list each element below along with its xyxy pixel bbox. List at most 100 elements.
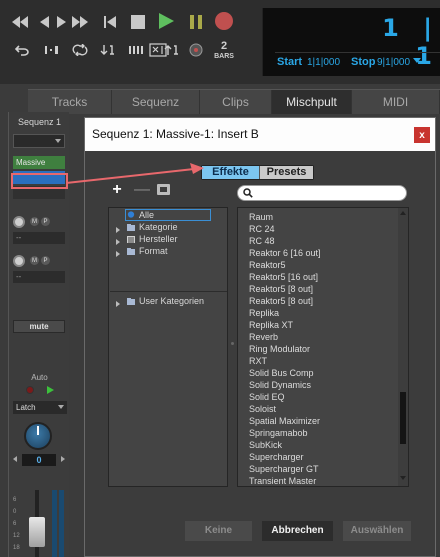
view-tabs: Tracks Sequenz Clips Mischpult MIDI bbox=[28, 89, 440, 114]
plugin-list-item[interactable]: Replika bbox=[249, 307, 279, 319]
cycle-icon[interactable] bbox=[70, 41, 90, 59]
plugin-list-item[interactable]: Spatial Maximizer bbox=[249, 415, 320, 427]
step-forward-icon[interactable] bbox=[52, 12, 72, 32]
send-mute-button[interactable]: M bbox=[30, 217, 39, 226]
plugin-list-item[interactable]: Reaktor 6 [16 out] bbox=[249, 247, 321, 259]
automation-mode-select[interactable]: Latch bbox=[13, 401, 67, 414]
bars-icon[interactable] bbox=[126, 41, 146, 59]
panel-splitter[interactable] bbox=[231, 342, 234, 345]
plugin-list-item[interactable]: Supercharger bbox=[249, 451, 304, 463]
tree-item-alle[interactable]: Alle bbox=[127, 209, 207, 221]
plugin-list-item[interactable]: Solid Bus Comp bbox=[249, 367, 314, 379]
tree-item-label: Kategorie bbox=[139, 222, 178, 232]
select-button[interactable]: Auswählen bbox=[343, 521, 411, 541]
loop-start-value[interactable]: 1|1|000 bbox=[307, 57, 340, 68]
scrollbar-thumb[interactable] bbox=[400, 392, 406, 444]
plugin-list-item[interactable]: Reaktor5 [8 out] bbox=[249, 295, 313, 307]
undo-icon[interactable] bbox=[12, 41, 32, 59]
plugin-list-item[interactable]: Replika XT bbox=[249, 319, 293, 331]
pause-icon[interactable] bbox=[186, 12, 206, 32]
plugin-list-item[interactable]: RC 24 bbox=[249, 223, 275, 235]
loop-marker-icon[interactable] bbox=[42, 41, 62, 59]
mute-button[interactable]: mute bbox=[13, 320, 65, 333]
scroll-up-icon[interactable] bbox=[400, 211, 406, 215]
sort-up-icon[interactable] bbox=[162, 41, 182, 59]
plugin-list-item[interactable]: Springamabob bbox=[249, 427, 308, 439]
send-mute-button[interactable]: M bbox=[30, 256, 39, 265]
volume-fader-handle[interactable] bbox=[29, 517, 45, 547]
pan-value[interactable]: 0 bbox=[22, 454, 56, 466]
send-prepost-button[interactable]: P bbox=[41, 256, 50, 265]
tree-item-hersteller[interactable]: Hersteller bbox=[127, 233, 217, 245]
send-1-target[interactable]: -- bbox=[13, 232, 65, 244]
tab-sequenz[interactable]: Sequenz bbox=[112, 90, 200, 114]
expand-arrow-icon[interactable] bbox=[116, 239, 120, 245]
level-meter-right bbox=[59, 490, 64, 557]
metronome-icon[interactable] bbox=[186, 41, 206, 59]
tab-midi[interactable]: MIDI bbox=[352, 90, 440, 114]
fast-forward-icon[interactable] bbox=[70, 12, 90, 32]
none-button[interactable]: Keine bbox=[185, 521, 252, 541]
plugin-list-item[interactable]: Solid Dynamics bbox=[249, 379, 311, 391]
close-button[interactable]: x bbox=[414, 127, 430, 143]
plugin-list-item[interactable]: RXT bbox=[249, 355, 267, 367]
stop-icon[interactable] bbox=[128, 12, 148, 32]
tree-item-format[interactable]: Format bbox=[127, 245, 217, 257]
loop-stop-value[interactable]: 9|1|000 bbox=[377, 57, 410, 68]
expand-arrow-icon[interactable] bbox=[116, 301, 120, 307]
plugin-list-item[interactable]: Reaktor5 [8 out] bbox=[249, 283, 313, 295]
tab-presets[interactable]: Presets bbox=[260, 166, 313, 179]
plugin-list-item[interactable]: Solid EQ bbox=[249, 391, 285, 403]
precount-label: BARS bbox=[214, 53, 234, 60]
tab-effekte[interactable]: Effekte bbox=[202, 166, 259, 179]
plugin-list-item[interactable]: Soloist bbox=[249, 403, 276, 415]
tab-mischpult[interactable]: Mischpult bbox=[272, 90, 352, 114]
send-prepost-button[interactable]: P bbox=[41, 217, 50, 226]
transport-bar: 2 BARS 1 | 1 Start 1|1|000 Stop 9|1|000 bbox=[0, 0, 440, 84]
search-input[interactable] bbox=[237, 185, 407, 201]
cancel-button[interactable]: Abbrechen bbox=[262, 521, 333, 541]
plugin-list-item[interactable]: Reaktor5 [16 out] bbox=[249, 271, 318, 283]
plugin-list-item[interactable]: Supercharger GT bbox=[249, 463, 319, 475]
plugin-list-item[interactable]: Transient Master bbox=[249, 475, 316, 486]
tree-item-user-kategorien[interactable]: User Kategorien bbox=[127, 295, 227, 307]
return-to-zero-icon[interactable] bbox=[100, 12, 120, 32]
automation-record-icon[interactable] bbox=[26, 386, 34, 394]
sort-down-icon[interactable] bbox=[98, 41, 118, 59]
tree-item-label: Hersteller bbox=[139, 234, 178, 244]
precount-bars[interactable]: 2 BARS bbox=[212, 41, 236, 65]
send-2: M P bbox=[13, 255, 65, 267]
tab-clips[interactable]: Clips bbox=[200, 90, 272, 114]
plugin-list-item[interactable]: RC 48 bbox=[249, 235, 275, 247]
tree-item-label: Alle bbox=[139, 210, 155, 220]
step-back-icon[interactable] bbox=[34, 12, 54, 32]
expand-arrow-icon[interactable] bbox=[116, 251, 120, 257]
plugin-list-item[interactable]: Ring Modulator bbox=[249, 343, 310, 355]
send-knob[interactable] bbox=[13, 216, 25, 228]
insert-slot-a[interactable]: Massive bbox=[13, 156, 65, 169]
pan-left-arrow-icon[interactable] bbox=[13, 456, 17, 462]
channel-input-select[interactable] bbox=[13, 134, 65, 148]
record-icon[interactable] bbox=[214, 11, 234, 31]
scroll-down-icon[interactable] bbox=[400, 476, 406, 480]
automation-read-icon[interactable] bbox=[47, 386, 54, 394]
tab-tracks[interactable]: Tracks bbox=[28, 90, 112, 114]
automation-label: Auto bbox=[31, 373, 48, 382]
plugin-list-item[interactable]: Raum bbox=[249, 211, 273, 223]
loop-stop-label: Stop bbox=[351, 56, 376, 68]
plugin-list-item[interactable]: SubKick bbox=[249, 439, 282, 451]
pan-knob[interactable] bbox=[24, 422, 52, 450]
plugin-list-item[interactable]: Reaktor5 bbox=[249, 259, 286, 271]
send-knob[interactable] bbox=[13, 255, 25, 267]
expand-arrow-icon[interactable] bbox=[116, 227, 120, 233]
send-2-target[interactable]: -- bbox=[13, 271, 65, 283]
pan-right-arrow-icon[interactable] bbox=[61, 456, 65, 462]
browser-mode-toggle: Effekte Presets bbox=[201, 165, 314, 180]
rewind-icon[interactable] bbox=[10, 12, 30, 32]
plugin-list-scrollbar[interactable] bbox=[398, 208, 408, 486]
tree-item-kategorie[interactable]: Kategorie bbox=[127, 221, 217, 233]
plugin-list-item[interactable]: Reverb bbox=[249, 331, 278, 343]
chevron-down-icon[interactable] bbox=[413, 58, 421, 63]
tree-divider bbox=[110, 291, 227, 292]
play-icon[interactable] bbox=[156, 11, 176, 31]
